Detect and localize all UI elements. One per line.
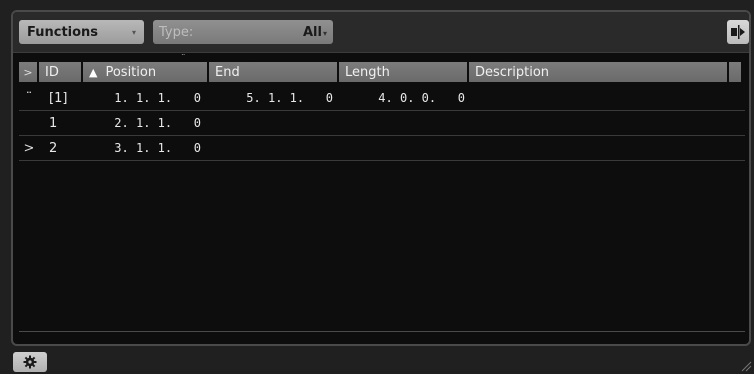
row-length[interactable]: 4. 0. 0. 0 — [345, 91, 473, 105]
chevron-down-icon: ▾ — [322, 28, 327, 38]
table-row[interactable]: ¨ [1] 1. 1. 1. 0 5. 1. 1. 0 4. 0. 0. 0 — [19, 86, 745, 111]
functions-dropdown[interactable]: Functions ▾ — [19, 20, 144, 44]
table-body: ¨ [1] 1. 1. 1. 0 5. 1. 1. 0 4. 0. 0. 0 1… — [19, 86, 745, 161]
window: Functions ▾ Type: All▾ ¨ > ID ▲ Position… — [0, 0, 754, 374]
row-id: [1] — [49, 90, 68, 106]
toolbar: Functions ▾ Type: All▾ — [13, 12, 749, 53]
column-header-length[interactable]: Length — [339, 62, 467, 82]
row-position[interactable]: 2. 1. 1. 0 — [87, 116, 215, 130]
column-header-id[interactable]: ID — [39, 62, 81, 82]
row-id: 2 — [49, 140, 58, 156]
column-header-selector[interactable]: > — [19, 62, 37, 82]
table-header: > ID ▲ Position End Length Description — [19, 62, 745, 82]
table-row[interactable]: 1 2. 1. 1. 0 — [19, 111, 745, 136]
functions-panel: Functions ▾ Type: All▾ ¨ > ID ▲ Position… — [11, 10, 751, 346]
column-header-end[interactable]: End — [209, 62, 337, 82]
column-header-position-label: Position — [105, 64, 157, 80]
functions-dropdown-label: Functions — [27, 24, 99, 40]
row-marker: > — [23, 140, 35, 156]
row-marker: ¨ — [25, 90, 33, 106]
row-id: 1 — [49, 115, 58, 131]
column-header-end-cap — [729, 62, 741, 82]
row-position[interactable]: 1. 1. 1. 0 — [87, 91, 215, 105]
chevron-down-icon: ▾ — [131, 27, 136, 37]
column-header-position[interactable]: ▲ Position — [83, 62, 207, 82]
type-filter-dropdown[interactable]: Type: All▾ — [153, 20, 333, 44]
divider — [19, 331, 745, 332]
sort-ascending-icon: ▲ — [89, 65, 98, 79]
type-filter-label: Type: — [159, 24, 194, 40]
export-button[interactable] — [727, 20, 749, 44]
gear-icon — [23, 355, 37, 369]
column-header-description[interactable]: Description — [469, 62, 727, 82]
type-filter-value-text: All — [303, 24, 322, 40]
row-position[interactable]: 3. 1. 1. 0 — [87, 141, 215, 155]
settings-button[interactable] — [13, 352, 47, 372]
resize-grip-icon[interactable] — [740, 360, 752, 372]
row-end[interactable]: 5. 1. 1. 0 — [215, 91, 345, 105]
type-filter-value: All▾ — [303, 25, 327, 40]
table-row[interactable]: > 2 3. 1. 1. 0 — [19, 136, 745, 161]
export-icon — [731, 25, 745, 39]
